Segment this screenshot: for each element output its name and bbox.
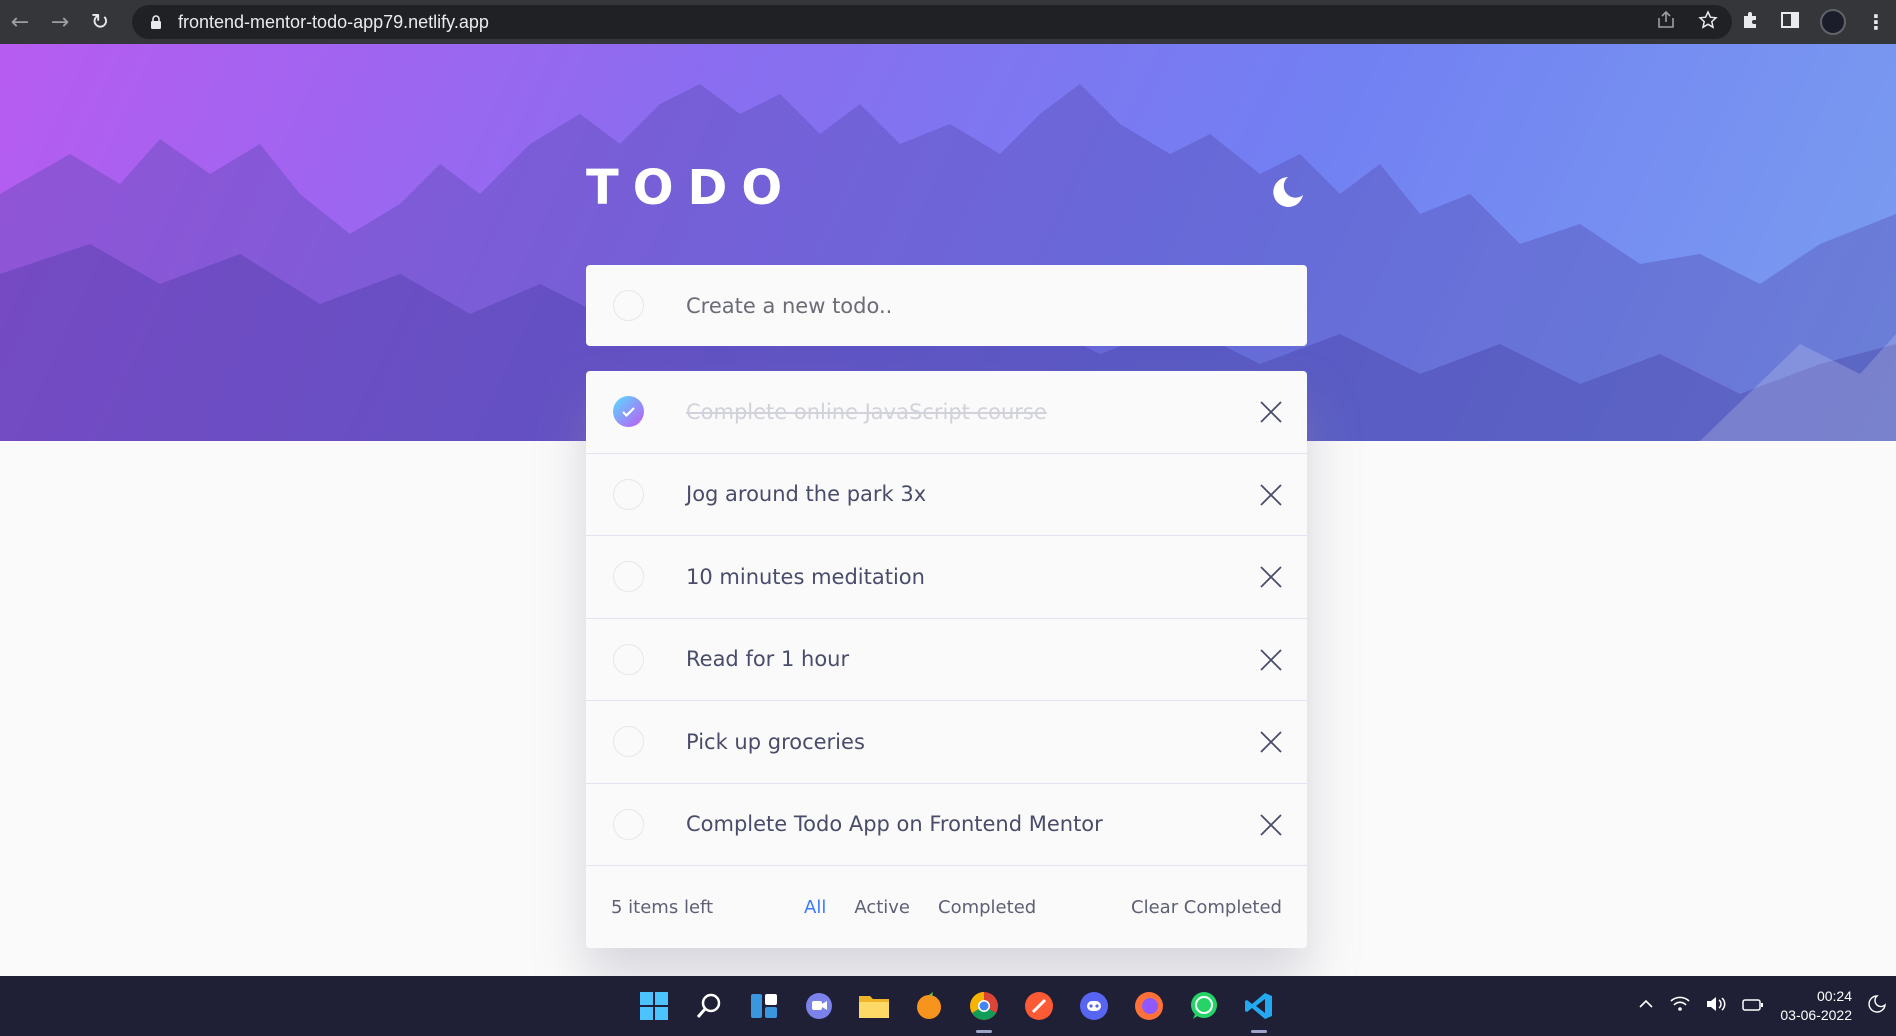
todo-check-circle[interactable]: [613, 396, 644, 427]
todo-check-circle[interactable]: [613, 726, 644, 757]
filter-group: All Active Completed: [804, 897, 1036, 918]
widgets-icon[interactable]: [746, 988, 782, 1024]
todo-text[interactable]: Complete Todo App on Frontend Mentor: [686, 812, 1103, 836]
todo-text[interactable]: Complete online JavaScript course: [686, 400, 1047, 424]
todo-text[interactable]: Pick up groceries: [686, 730, 865, 754]
discord-icon[interactable]: [1076, 988, 1112, 1024]
new-todo-input[interactable]: [686, 265, 1266, 346]
extensions-icon[interactable]: [1740, 10, 1760, 34]
clock-time: 00:24: [1816, 988, 1852, 1004]
firefox-icon[interactable]: [1131, 988, 1167, 1024]
new-todo-form: [586, 265, 1307, 346]
todo-text[interactable]: Read for 1 hour: [686, 647, 849, 671]
todo-item: 10 minutes meditation: [586, 536, 1307, 619]
filter-all[interactable]: All: [804, 897, 826, 918]
focus-moon-icon[interactable]: [1868, 995, 1886, 1017]
side-panel-icon[interactable]: [1780, 10, 1800, 34]
delete-todo-icon[interactable]: [1259, 730, 1283, 754]
file-explorer-icon[interactable]: [856, 988, 892, 1024]
theme-toggle-moon-icon[interactable]: [1270, 174, 1306, 210]
clock-date: 03-06-2022: [1780, 1007, 1852, 1023]
todo-item: Pick up groceries: [586, 701, 1307, 784]
todo-item: Complete Todo App on Frontend Mentor: [586, 784, 1307, 866]
todo-text[interactable]: Jog around the park 3x: [686, 482, 926, 506]
reload-icon[interactable]: ↻: [80, 0, 120, 44]
todo-item: Jog around the park 3x: [586, 454, 1307, 536]
whatsapp-icon[interactable]: [1186, 988, 1222, 1024]
url-text[interactable]: frontend-mentor-todo-app79.netlify.app: [178, 12, 489, 33]
volume-icon[interactable]: [1706, 996, 1726, 1016]
forward-icon[interactable]: →: [40, 0, 80, 44]
browser-toolbar: ← → ↻ frontend-mentor-todo-app79.netlify…: [0, 0, 1896, 44]
items-left-count: 5 items left: [611, 896, 714, 918]
clear-completed-button[interactable]: Clear Completed: [1131, 897, 1282, 918]
checkmark-icon: [622, 406, 635, 417]
delete-todo-icon[interactable]: [1259, 483, 1283, 507]
todo-check-circle[interactable]: [613, 561, 644, 592]
chrome-icon[interactable]: [966, 988, 1002, 1033]
filter-active[interactable]: Active: [854, 897, 910, 918]
teams-chat-icon[interactable]: [801, 988, 837, 1024]
lock-icon[interactable]: [146, 15, 166, 29]
delete-todo-icon[interactable]: [1259, 400, 1283, 424]
todo-list: Complete online JavaScript course Jog ar…: [586, 371, 1307, 948]
tray-chevron-up-icon[interactable]: [1638, 996, 1654, 1016]
todo-item: Complete online JavaScript course: [586, 371, 1307, 454]
search-icon[interactable]: [691, 988, 727, 1024]
share-icon[interactable]: [1656, 10, 1676, 34]
battery-icon[interactable]: [1742, 997, 1764, 1016]
system-tray: 00:24 03-06-2022: [1638, 976, 1896, 1036]
bookmark-star-icon[interactable]: [1698, 10, 1718, 34]
delete-todo-icon[interactable]: [1259, 565, 1283, 589]
address-bar[interactable]: frontend-mentor-todo-app79.netlify.app: [132, 5, 1732, 39]
new-todo-check-circle[interactable]: [613, 290, 644, 321]
vscode-icon[interactable]: [1241, 988, 1277, 1033]
wifi-icon[interactable]: [1670, 996, 1690, 1016]
delete-todo-icon[interactable]: [1259, 648, 1283, 672]
clock[interactable]: 00:24 03-06-2022: [1780, 987, 1852, 1025]
todo-check-circle[interactable]: [613, 808, 644, 840]
todo-check-circle[interactable]: [613, 478, 644, 510]
fl-studio-icon[interactable]: [911, 988, 947, 1024]
delete-todo-icon[interactable]: [1259, 813, 1283, 837]
start-icon[interactable]: [636, 988, 672, 1024]
app-title: TODO: [586, 160, 797, 216]
taskbar: 00:24 03-06-2022: [0, 976, 1896, 1036]
brave-icon[interactable]: [1021, 988, 1057, 1024]
todo-check-circle[interactable]: [613, 643, 644, 675]
todo-footer: 5 items left All Active Completed Clear …: [586, 866, 1307, 948]
filter-completed[interactable]: Completed: [938, 897, 1036, 918]
back-icon[interactable]: ←: [0, 0, 40, 44]
todo-text[interactable]: 10 minutes meditation: [686, 565, 925, 589]
profile-avatar[interactable]: [1820, 9, 1846, 35]
todo-item: Read for 1 hour: [586, 619, 1307, 701]
menu-kebab-icon[interactable]: ⋮: [1866, 12, 1886, 32]
